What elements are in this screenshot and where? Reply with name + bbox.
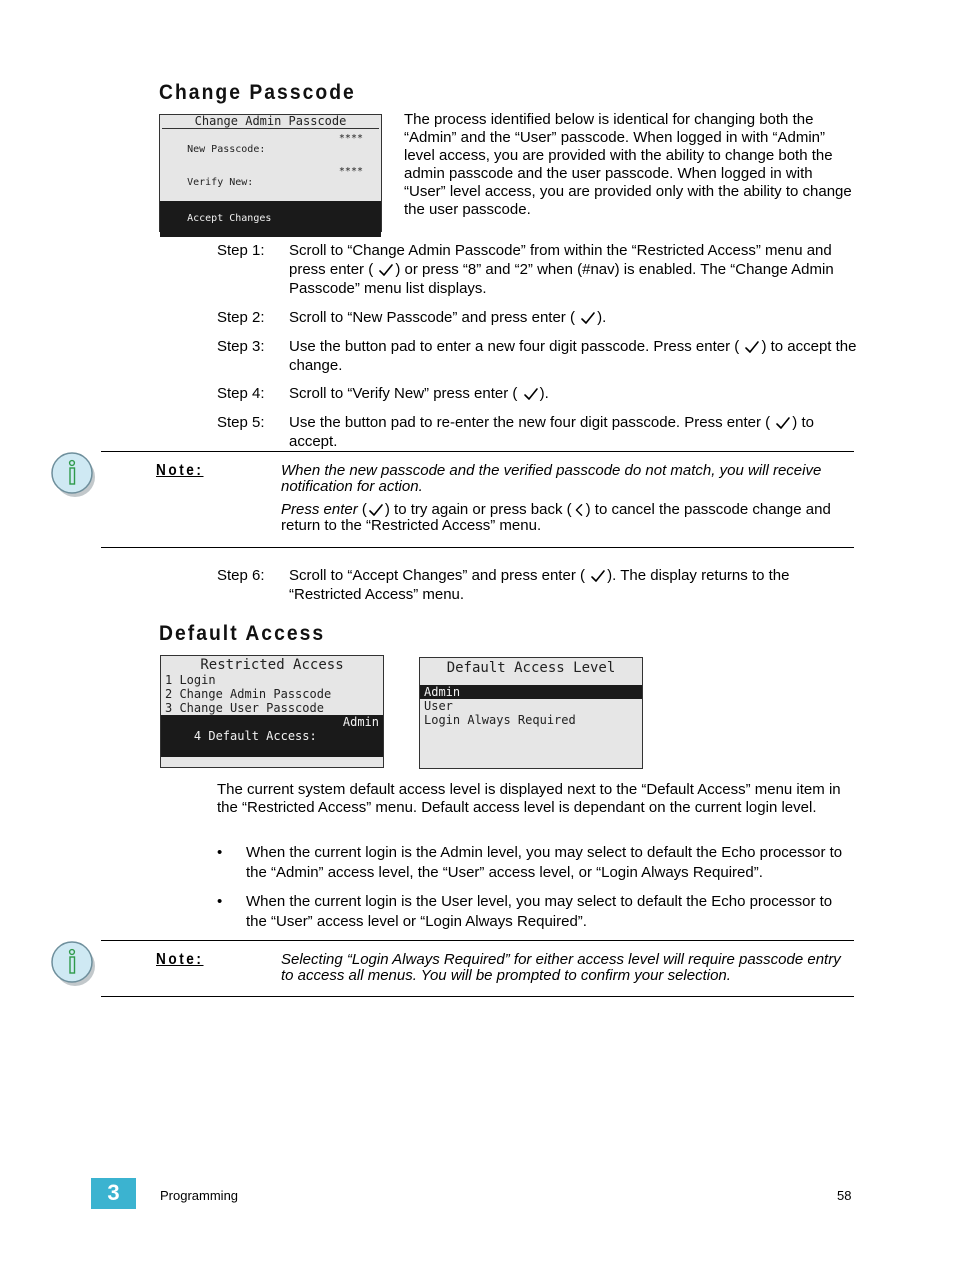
check-icon — [580, 311, 596, 325]
check-icon — [590, 569, 606, 583]
lcd-row-verify-new: Verify New: **** — [187, 166, 363, 188]
step-6: Step 6: Scroll to “Accept Changes” and p… — [217, 567, 790, 603]
page-number: 58 — [837, 1188, 852, 1203]
lcd-title: Change Admin Passcode — [162, 115, 379, 129]
intro-paragraph: The process identified below is identica… — [404, 111, 852, 218]
back-chevron-icon — [573, 503, 585, 517]
check-icon — [775, 416, 791, 430]
bullet-item: • When the current login is the User lev… — [217, 893, 833, 930]
lcd-row-admin: Admin — [420, 685, 642, 699]
check-icon — [378, 263, 394, 277]
note-label: Note: — [156, 951, 204, 968]
note-divider-top — [101, 940, 854, 941]
step-5: Step 5: Use the button pad to re-enter t… — [217, 414, 814, 450]
chapter-number-badge: 3 — [91, 1178, 136, 1209]
lcd-row-user: User — [424, 699, 453, 713]
note-text: Selecting “Login Always Required” for ei… — [281, 951, 841, 984]
step-2: Step 2: Scroll to “New Passcode” and pre… — [217, 309, 607, 326]
lcd-row-accept-changes: Accept Changes — [160, 201, 381, 237]
lcd-title: Restricted Access — [200, 657, 344, 673]
lcd-title: Default Access Level — [446, 660, 616, 676]
note-text-2: Press enter () to try again or press bac… — [281, 501, 831, 534]
section-heading-change-passcode: Change Passcode — [159, 81, 356, 104]
note-text-1: When the new passcode and the verified p… — [281, 462, 822, 495]
lcd-row-login-always-required: Login Always Required — [424, 713, 576, 727]
check-icon — [744, 340, 760, 354]
step-3: Step 3: Use the button pad to enter a ne… — [217, 338, 857, 374]
lcd-row-new-passcode: New Passcode: **** — [187, 133, 363, 155]
note-divider-top — [101, 451, 854, 452]
lcd-row-change-admin-passcode: 2 Change Admin Passcode — [165, 687, 332, 701]
lcd-row-login: 1 Login — [165, 673, 216, 687]
chapter-title: Programming — [160, 1188, 239, 1203]
default-access-paragraph: The current system default access level … — [217, 781, 841, 816]
lcd-row-change-user-passcode: 3 Change User Passcode — [165, 701, 324, 715]
info-icon — [50, 451, 96, 497]
step-4: Step 4: Scroll to “Verify New” press ent… — [217, 385, 549, 402]
lcd-default-access-level: Default Access Level Admin User Login Al… — [419, 657, 643, 769]
lcd-restricted-access: Restricted Access 1 Login 2 Change Admin… — [160, 655, 384, 768]
note-divider-bottom — [101, 996, 854, 997]
note-label: Note: — [156, 462, 204, 479]
step-1: Step 1: Scroll to “Change Admin Passcode… — [217, 242, 834, 297]
info-icon — [50, 940, 96, 986]
note-divider-bottom — [101, 547, 854, 548]
section-heading-default-access: Default Access — [159, 622, 326, 645]
bullet-item: • When the current login is the Admin le… — [217, 844, 843, 881]
lcd-change-admin-passcode: Change Admin Passcode New Passcode: **** … — [159, 114, 382, 237]
check-icon — [523, 387, 539, 401]
lcd-row-default-access: 4 Default Access: Admin — [161, 715, 383, 757]
check-icon — [368, 503, 384, 517]
